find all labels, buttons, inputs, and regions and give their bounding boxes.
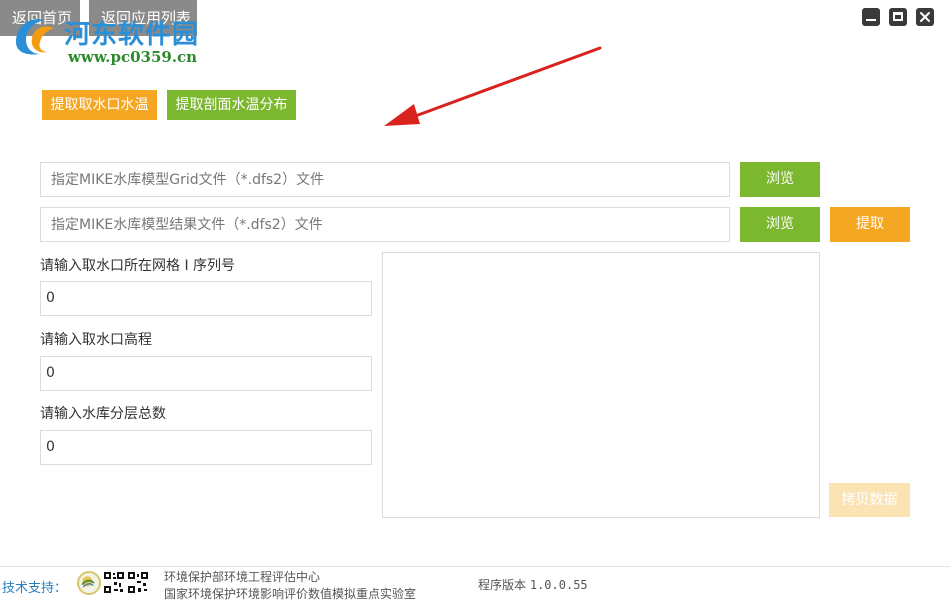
program-version: 程序版本 1.0.0.55 <box>478 576 588 593</box>
watermark: 河东软件园 www.pc0359.cn <box>4 10 209 72</box>
browse-result-button[interactable]: 浏览 <box>740 207 820 242</box>
footer-divider <box>0 566 950 567</box>
org-name-line-1: 环境保护部环境工程评估中心 <box>164 570 321 584</box>
extract-intake-temp-button[interactable]: 提取取水口水温 <box>42 90 157 120</box>
version-label: 程序版本 <box>478 578 527 592</box>
qr-code-icon <box>103 571 149 595</box>
grid-index-input[interactable]: 0 <box>40 281 372 316</box>
version-value: 1.0.0.55 <box>529 578 588 592</box>
org-name-line-2: 国家环境保护环境影响评价数值模拟重点实验室 <box>164 587 417 600</box>
annotation-arrow-icon <box>384 46 602 126</box>
copy-data-button[interactable]: 拷贝数据 <box>829 483 910 517</box>
extract-section-temp-button[interactable]: 提取剖面水温分布 <box>167 90 296 120</box>
layer-count-input[interactable]: 0 <box>40 430 372 465</box>
grid-index-label: 请输入取水口所在网格 I 序列号 <box>40 258 236 274</box>
close-icon[interactable] <box>916 8 934 26</box>
org-logo-icon <box>77 571 101 595</box>
intake-elevation-input[interactable]: 0 <box>40 356 372 391</box>
watermark-title: 河东软件园 <box>64 20 200 50</box>
grid-file-input[interactable] <box>40 162 730 197</box>
extract-button[interactable]: 提取 <box>830 207 910 242</box>
output-textarea[interactable] <box>382 252 820 518</box>
intake-elevation-label: 请输入取水口高程 <box>40 332 152 348</box>
watermark-url: www.pc0359.cn <box>68 48 198 66</box>
result-file-input[interactable] <box>40 207 730 242</box>
tech-support-label: 技术支持： <box>2 581 68 596</box>
browse-grid-button[interactable]: 浏览 <box>740 162 820 197</box>
layer-count-label: 请输入水库分层总数 <box>40 406 166 422</box>
minimize-icon[interactable] <box>862 8 880 26</box>
watermark-logo-icon <box>16 19 54 55</box>
maximize-icon[interactable] <box>889 8 907 26</box>
